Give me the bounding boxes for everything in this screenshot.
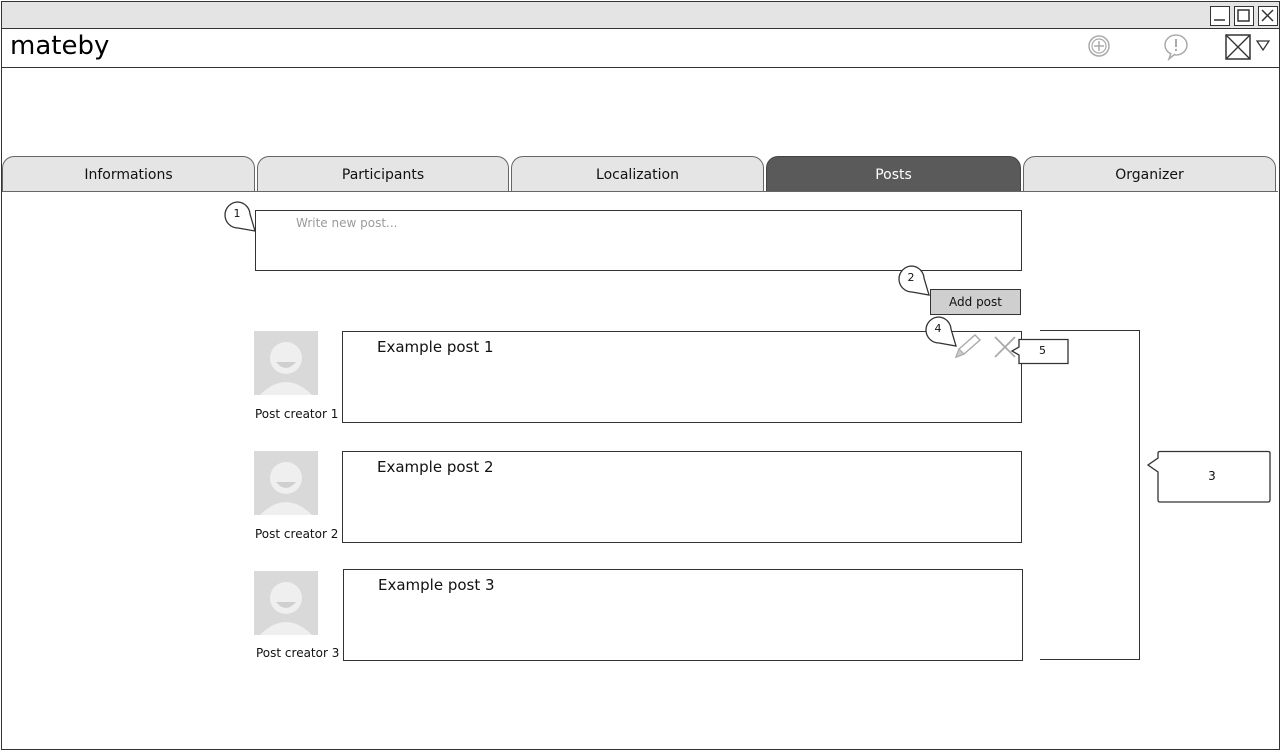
tab-informations[interactable]: Informations	[2, 156, 255, 191]
chevron-down-icon[interactable]	[1256, 40, 1270, 52]
minimize-icon[interactable]	[1210, 6, 1230, 26]
post-text: Example post 3	[378, 576, 495, 594]
tab-divider	[2, 191, 1278, 192]
tab-bar: Informations Participants Localization P…	[2, 156, 1278, 192]
callout-label-1: 1	[233, 207, 241, 220]
post-creator-name: Post creator 1	[255, 407, 339, 421]
callout-label-2: 2	[907, 271, 915, 284]
maximize-icon[interactable]	[1234, 6, 1254, 26]
callout-label-3: 3	[1208, 469, 1216, 483]
image-placeholder-icon[interactable]	[1225, 34, 1251, 60]
post-card: Example post 1	[342, 331, 1022, 423]
post-creator-name: Post creator 2	[255, 527, 339, 541]
add-circle-icon[interactable]	[1088, 35, 1110, 57]
title-bar	[2, 2, 1279, 29]
post-text: Example post 2	[377, 458, 494, 476]
new-post-placeholder: Write new post...	[296, 216, 398, 230]
user-avatar-icon	[254, 331, 318, 395]
avatar	[254, 451, 318, 515]
tab-localization[interactable]: Localization	[511, 156, 764, 191]
post-creator-name: Post creator 3	[256, 646, 340, 660]
alert-icon[interactable]	[1162, 33, 1190, 61]
close-icon[interactable]	[1258, 6, 1278, 26]
avatar	[254, 571, 318, 635]
post-card: Example post 2	[342, 451, 1022, 543]
add-post-button[interactable]: Add post	[930, 289, 1021, 315]
user-avatar-icon	[254, 571, 318, 635]
posts-bracket	[1040, 330, 1140, 660]
tab-posts[interactable]: Posts	[766, 156, 1021, 191]
post-text: Example post 1	[377, 338, 494, 356]
post-card: Example post 3	[343, 569, 1023, 661]
app-title: mateby	[10, 31, 110, 61]
callout-label-4: 4	[934, 322, 942, 335]
avatar	[254, 331, 318, 395]
tab-organizer[interactable]: Organizer	[1023, 156, 1276, 191]
tab-participants[interactable]: Participants	[257, 156, 509, 191]
user-avatar-icon	[254, 451, 318, 515]
app-header: mateby	[2, 29, 1279, 68]
new-post-input[interactable]: Write new post...	[255, 210, 1022, 271]
